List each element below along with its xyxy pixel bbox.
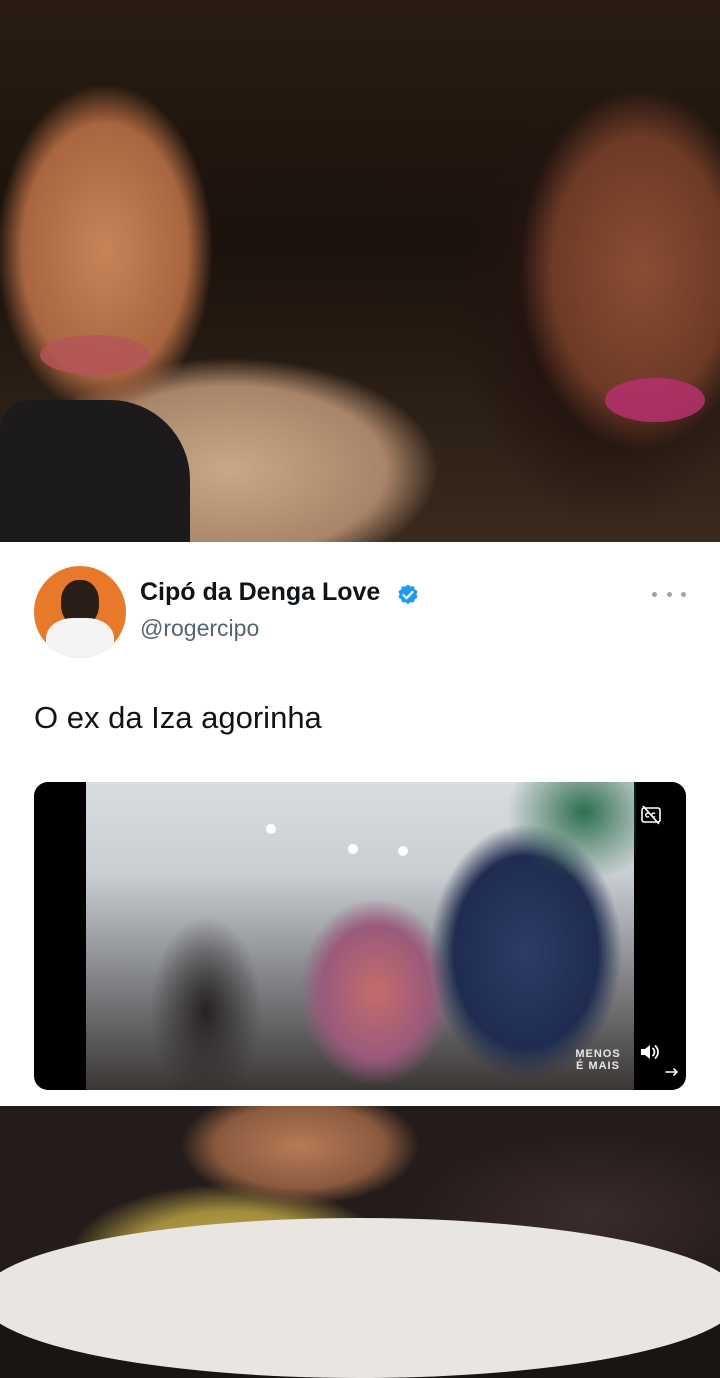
closed-captions-icon[interactable] (640, 804, 662, 826)
more-options-icon[interactable] (652, 582, 686, 606)
photo-face-left (40, 335, 150, 375)
verified-badge-icon (398, 584, 418, 605)
sound-on-icon[interactable] (638, 1040, 662, 1064)
more-dot (652, 591, 657, 597)
ceiling-light (348, 844, 358, 854)
tweet-text: O ex da Iza agorinha (34, 700, 322, 735)
more-dot (681, 591, 686, 597)
tweet-card[interactable]: Cipó da Denga Love @rogercipo O ex da Iz… (0, 542, 720, 1106)
photo-bottom-arc-shape (0, 1218, 720, 1378)
ceiling-light (398, 846, 408, 856)
embedded-video[interactable]: MENOS É MAIS (34, 782, 686, 1090)
watermark-line: MENOS (575, 1048, 621, 1060)
ceiling-light (266, 824, 276, 834)
photo-face-right (605, 378, 705, 422)
avatar[interactable] (34, 566, 126, 658)
photo-shirt-shape (0, 400, 190, 542)
user-handle[interactable]: @rogercipo (140, 615, 259, 642)
video-frame (86, 782, 636, 1090)
video-watermark: MENOS É MAIS (570, 1048, 626, 1072)
expand-icon[interactable] (664, 1064, 680, 1080)
avatar-body-shape (46, 618, 114, 658)
display-name[interactable]: Cipó da Denga Love (140, 578, 380, 607)
video-palm-shape (506, 782, 636, 882)
background-photo-top (0, 0, 720, 542)
background-photo-bottom (0, 1106, 720, 1378)
watermark-line: É MAIS (576, 1060, 620, 1072)
more-dot (666, 591, 672, 597)
